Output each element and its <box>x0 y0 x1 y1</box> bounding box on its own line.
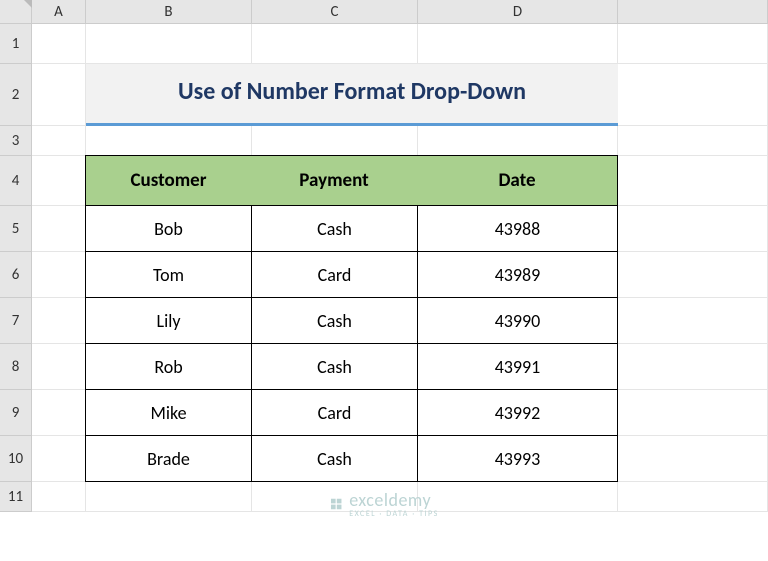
watermark-text: exceldemy EXCEL · DATA · TIPS <box>349 489 439 519</box>
cell[interactable] <box>618 482 768 512</box>
table-cell-date[interactable]: 43993 <box>417 435 618 482</box>
row-header-2[interactable]: 2 <box>0 64 32 126</box>
cell[interactable] <box>32 482 86 512</box>
cell[interactable] <box>86 24 252 64</box>
cell[interactable] <box>32 344 86 390</box>
cell[interactable] <box>32 436 86 482</box>
cell[interactable] <box>86 126 252 156</box>
row-header-8[interactable]: 8 <box>0 344 32 390</box>
cell[interactable] <box>32 298 86 344</box>
column-header-a[interactable]: A <box>32 0 86 24</box>
cell[interactable] <box>618 24 768 64</box>
row-header-1[interactable]: 1 <box>0 24 32 64</box>
cell[interactable] <box>418 126 618 156</box>
table-cell-payment[interactable]: Cash <box>251 297 418 344</box>
row-header-4[interactable]: 4 <box>0 156 32 206</box>
table-header-customer[interactable]: Customer <box>85 155 252 206</box>
cell[interactable] <box>618 156 768 206</box>
row-header-3[interactable]: 3 <box>0 126 32 156</box>
table-cell-payment[interactable]: Cash <box>251 205 418 252</box>
table-header-date[interactable]: Date <box>417 155 618 206</box>
table-cell-date[interactable]: 43992 <box>417 389 618 436</box>
table-cell-customer[interactable]: Brade <box>85 435 252 482</box>
cell[interactable] <box>618 390 768 436</box>
table-header-payment[interactable]: Payment <box>251 155 418 206</box>
cell[interactable] <box>252 24 418 64</box>
table-cell-customer[interactable]: Lily <box>85 297 252 344</box>
cell[interactable] <box>32 64 86 126</box>
table-cell-payment[interactable]: Card <box>251 389 418 436</box>
table-cell-customer[interactable]: Bob <box>85 205 252 252</box>
column-header-c[interactable]: C <box>252 0 418 24</box>
table-cell-date[interactable]: 43991 <box>417 343 618 390</box>
cell[interactable] <box>418 24 618 64</box>
row-header-6[interactable]: 6 <box>0 252 32 298</box>
cell[interactable] <box>32 252 86 298</box>
table-cell-customer[interactable]: Mike <box>85 389 252 436</box>
cell[interactable] <box>618 298 768 344</box>
select-all-corner[interactable] <box>0 0 32 24</box>
data-table: Customer Payment Date Bob Cash 43988 Tom… <box>86 156 618 482</box>
table-cell-payment[interactable]: Card <box>251 251 418 298</box>
cell[interactable] <box>252 126 418 156</box>
watermark-tagline: EXCEL · DATA · TIPS <box>349 509 439 519</box>
cell[interactable] <box>32 390 86 436</box>
cell[interactable] <box>32 126 86 156</box>
cell[interactable] <box>618 206 768 252</box>
watermark-brand: exceldemy <box>349 489 431 511</box>
page-title[interactable]: Use of Number Format Drop-Down <box>86 64 618 126</box>
column-header-d[interactable]: D <box>418 0 618 24</box>
column-header-b[interactable]: B <box>86 0 252 24</box>
row-header-9[interactable]: 9 <box>0 390 32 436</box>
table-cell-payment[interactable]: Cash <box>251 343 418 390</box>
cell[interactable] <box>418 482 618 512</box>
watermark: exceldemy EXCEL · DATA · TIPS <box>329 489 439 519</box>
cell[interactable] <box>32 24 86 64</box>
row-header-7[interactable]: 7 <box>0 298 32 344</box>
table-cell-date[interactable]: 43990 <box>417 297 618 344</box>
cell[interactable] <box>32 206 86 252</box>
table-cell-payment[interactable]: Cash <box>251 435 418 482</box>
cell[interactable] <box>86 482 252 512</box>
table-cell-customer[interactable]: Rob <box>85 343 252 390</box>
row-header-5[interactable]: 5 <box>0 206 32 252</box>
table-cell-date[interactable]: 43989 <box>417 251 618 298</box>
row-header-11[interactable]: 11 <box>0 482 32 512</box>
watermark-logo-icon <box>329 497 343 511</box>
cell[interactable] <box>618 436 768 482</box>
cell[interactable] <box>618 126 768 156</box>
spreadsheet-grid: A B C D 1 2 Use of Number Format Drop-Do… <box>0 0 768 512</box>
cell[interactable] <box>618 64 768 126</box>
table-cell-customer[interactable]: Tom <box>85 251 252 298</box>
cell[interactable] <box>618 344 768 390</box>
cell[interactable] <box>618 252 768 298</box>
table-cell-date[interactable]: 43988 <box>417 205 618 252</box>
column-header-blank <box>618 0 768 24</box>
row-header-10[interactable]: 10 <box>0 436 32 482</box>
cell[interactable] <box>32 156 86 206</box>
